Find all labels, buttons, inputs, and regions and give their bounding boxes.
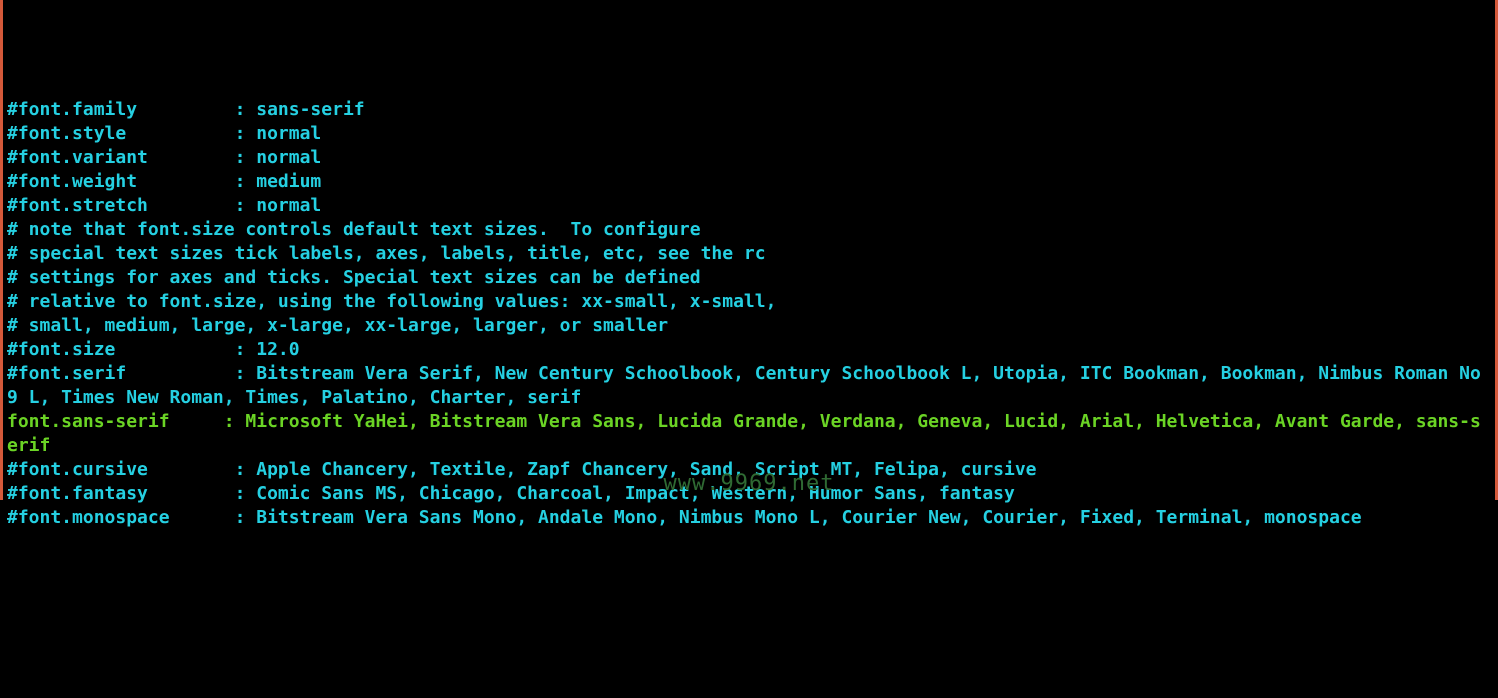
config-line: font.sans-serif : Microsoft YaHei, Bitst… <box>7 410 1491 458</box>
config-line: #font.fantasy : Comic Sans MS, Chicago, … <box>7 482 1491 506</box>
config-line: #font.serif : Bitstream Vera Serif, New … <box>7 362 1491 410</box>
config-file-view: #font.family : sans-serif#font.style : n… <box>7 98 1491 530</box>
config-line: #font.stretch : normal <box>7 194 1491 218</box>
config-line: # settings for axes and ticks. Special t… <box>7 266 1491 290</box>
config-line: # small, medium, large, x-large, xx-larg… <box>7 314 1491 338</box>
config-line: #font.weight : medium <box>7 170 1491 194</box>
config-line: # note that font.size controls default t… <box>7 218 1491 242</box>
config-line: #font.family : sans-serif <box>7 98 1491 122</box>
config-line: #font.style : normal <box>7 122 1491 146</box>
config-line: #font.size : 12.0 <box>7 338 1491 362</box>
config-line: #font.variant : normal <box>7 146 1491 170</box>
config-line: # special text sizes tick labels, axes, … <box>7 242 1491 266</box>
config-line: # relative to font.size, using the follo… <box>7 290 1491 314</box>
config-line: #font.cursive : Apple Chancery, Textile,… <box>7 458 1491 482</box>
config-line: #font.monospace : Bitstream Vera Sans Mo… <box>7 506 1491 530</box>
